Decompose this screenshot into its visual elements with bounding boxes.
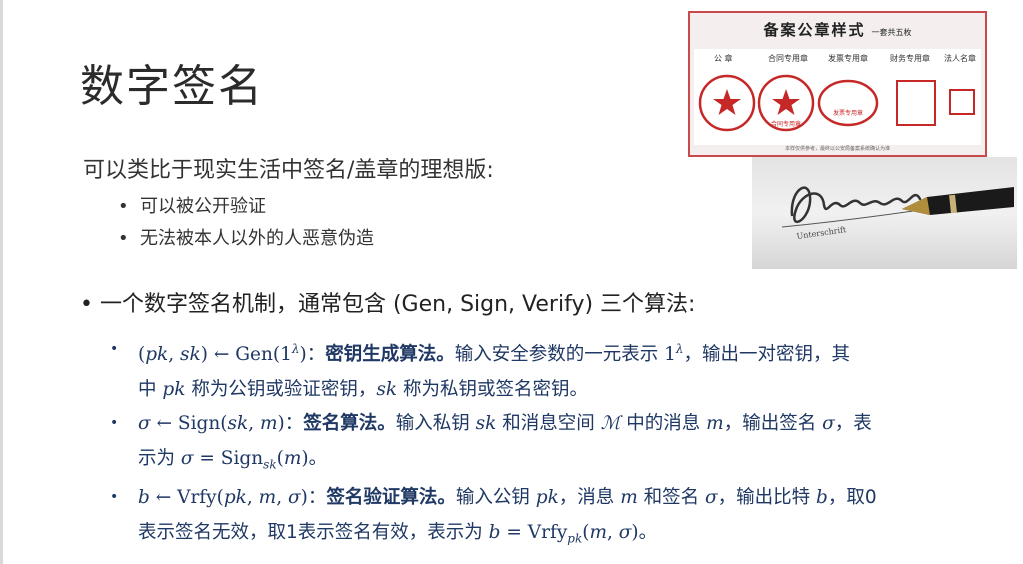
sub-point: • 可以被公开验证 bbox=[118, 196, 266, 217]
name-seal-icon bbox=[949, 89, 975, 115]
item-name: 签名算法。 bbox=[303, 413, 396, 434]
stamp-inner-text: 发票专用章 bbox=[833, 109, 863, 117]
item-lead: (pk, sk) ← Gen(1λ)： bbox=[138, 342, 326, 366]
algorithm-item-gen: • (pk, sk) ← Gen(1λ)：密钥生成算法。输入安全参数的一元表示 … bbox=[110, 332, 972, 407]
signature-caption: Unterschrift bbox=[796, 225, 848, 241]
finance-seal-icon bbox=[896, 80, 936, 126]
left-edge-rule bbox=[0, 0, 3, 564]
signature-photo: Unterschrift bbox=[752, 157, 1017, 269]
invoice-seal-icon bbox=[817, 79, 879, 127]
item-line-2: 表示签名无效，取1表示签名有效，表示为 b = Vrfypk(m, σ)。 bbox=[138, 522, 658, 546]
item-line-1: b ← Vrfy(pk, m, σ)：签名验证算法。输入公钥 pk，消息 m 和… bbox=[138, 487, 877, 508]
bullet-icon: • bbox=[110, 489, 119, 505]
item-line-2: 中 pk 称为公钥或验证密钥，sk 称为私钥或签名密钥。 bbox=[138, 379, 588, 401]
sub-point: • 无法被本人以外的人恶意伪造 bbox=[118, 228, 374, 249]
item-line-2: 示为 σ = Signsk(m)。 bbox=[138, 448, 328, 472]
algorithm-item-verify: • b ← Vrfy(pk, m, σ)：签名验证算法。输入公钥 pk，消息 m… bbox=[110, 480, 972, 557]
item-line-1: σ ← Sign(sk, m)：签名算法。输入私钥 sk 和消息空间 ℳ 中的消… bbox=[138, 413, 872, 434]
slide-title: 数字签名 bbox=[80, 61, 264, 112]
item-lead: σ ← Sign(sk, m)： bbox=[138, 413, 304, 434]
stamps-graphic: 合同专用章 发票专用章 bbox=[698, 74, 975, 132]
main-point: • 一个数字签名机制，通常包含 (Gen, Sign, Verify) 三个算法… bbox=[80, 286, 695, 318]
stamp-sheet-title: 备案公章样式 一套共五枚 bbox=[763, 21, 912, 39]
item-line-1: (pk, sk) ← Gen(1λ)：密钥生成算法。输入安全参数的一元表示 1λ… bbox=[138, 342, 851, 366]
signature-graphic: Unterschrift bbox=[781, 186, 1014, 241]
bullet-icon: • bbox=[110, 415, 119, 431]
bullet-icon: • bbox=[80, 292, 93, 317]
fountain-pen-icon bbox=[902, 187, 1014, 215]
bullet-icon: • bbox=[110, 341, 119, 357]
item-name: 签名验证算法。 bbox=[326, 487, 456, 508]
bullet-icon: • bbox=[118, 196, 129, 217]
bullet-icon: • bbox=[118, 228, 129, 249]
stamp-inner-text: 合同专用章 bbox=[771, 120, 801, 128]
stamp-sample-image: 备案公章样式 一套共五枚 公 章 合同专用章 发票专用章 财务专用章 法人名章 合… bbox=[688, 11, 987, 157]
algorithm-item-sign: • σ ← Sign(sk, m)：签名算法。输入私钥 sk 和消息空间 ℳ 中… bbox=[110, 406, 972, 483]
item-name: 密钥生成算法。 bbox=[325, 344, 455, 366]
stamp-footnote: 本样仅供参考，最终以公安局备案系统确认为准 bbox=[784, 146, 890, 152]
main-point-text: 一个数字签名机制，通常包含 (Gen, Sign, Verify) 三个算法: bbox=[99, 292, 696, 317]
item-lead: b ← Vrfy(pk, m, σ)： bbox=[138, 487, 327, 508]
intro-text: 可以类比于现实生活中签名/盖章的理想版: bbox=[83, 158, 494, 183]
